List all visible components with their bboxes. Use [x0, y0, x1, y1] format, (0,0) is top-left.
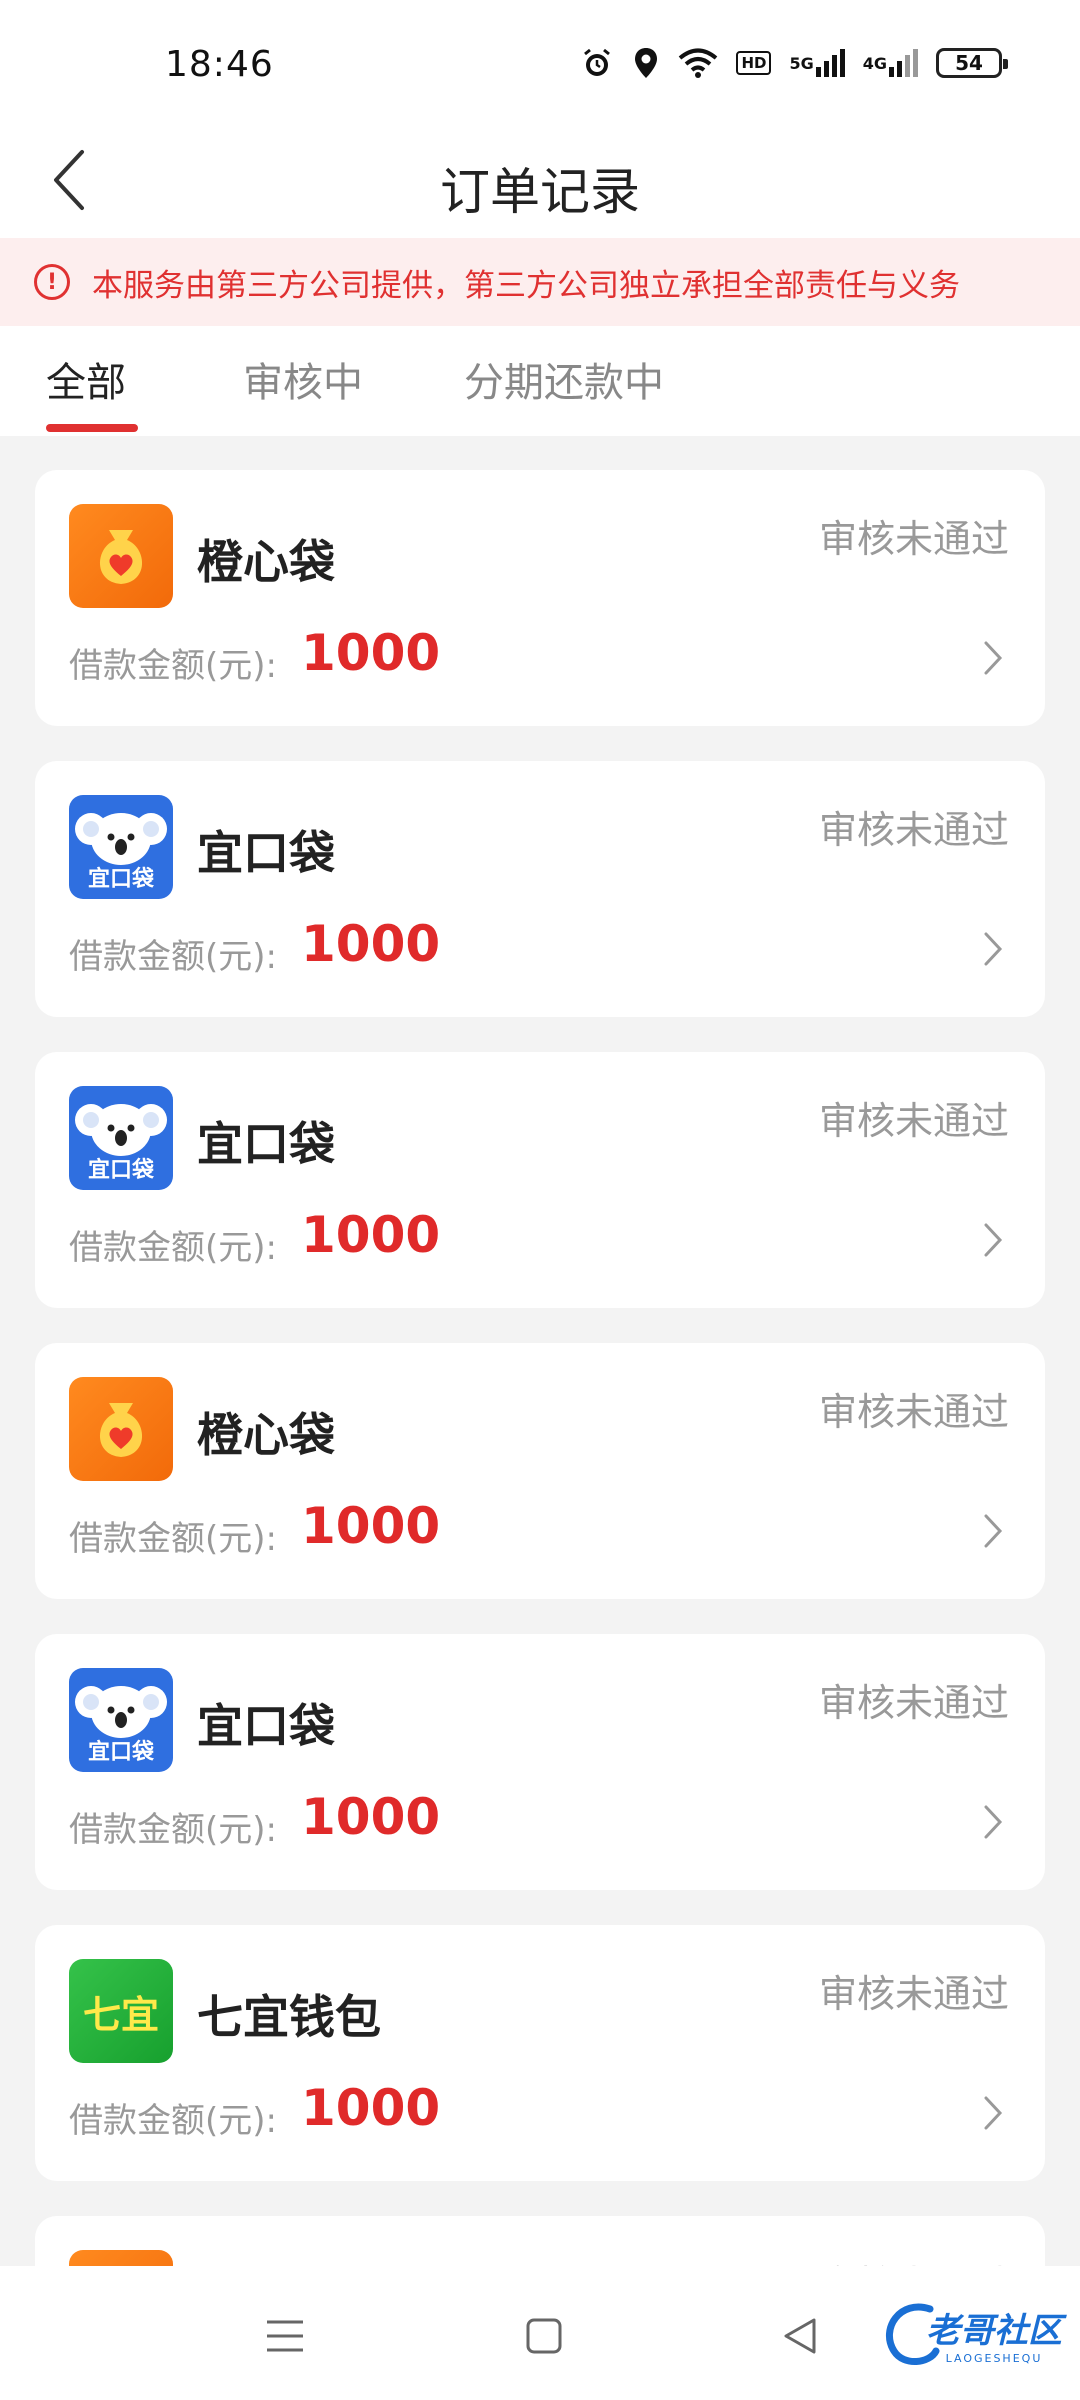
chevron-right-icon	[975, 1511, 1011, 1551]
order-status: 审核未通过	[818, 808, 1009, 852]
order-card[interactable]: 橙心袋 审核未通过 借款金额(元): 1000	[35, 1343, 1045, 1599]
loan-amount: 1000	[301, 1206, 441, 1264]
lender-logo: 宜口袋	[69, 1668, 173, 1772]
chevron-right-icon	[975, 638, 1011, 678]
chevron-right-icon	[975, 2093, 1011, 2133]
home-button[interactable]	[514, 2306, 574, 2366]
tab-bar: 全部 审核中 分期还款中	[0, 326, 1080, 436]
amount-label: 借款金额(元):	[69, 1228, 277, 1268]
order-status: 审核未通过	[818, 1390, 1009, 1434]
koala-logo-text: 宜口袋	[87, 1158, 154, 1183]
chevron-right-icon	[975, 929, 1011, 969]
koala-logo-text: 宜口袋	[87, 867, 154, 892]
amount-label: 借款金额(元):	[69, 1810, 277, 1850]
nav-back-button[interactable]	[770, 2306, 830, 2366]
back-triangle-icon	[784, 2318, 816, 2354]
watermark-logo: 老哥社区 LAOGESHEQU	[880, 2296, 1062, 2372]
status-icons: HD 5G 4G 54	[580, 46, 1008, 80]
watermark-text: 老哥社区	[926, 2311, 1062, 2351]
lender-name: 橙心袋	[197, 535, 335, 589]
location-icon	[632, 46, 660, 80]
tab-reviewing[interactable]: 审核中	[243, 350, 363, 408]
alarm-icon	[580, 46, 614, 80]
signal-5g-label: 5G	[789, 53, 814, 73]
lender-name: 七宜钱包	[197, 1990, 381, 2044]
status-bar: 18:46 HD 5G 4G 54	[0, 0, 1080, 130]
koala-logo-text: 宜口袋	[87, 1740, 154, 1765]
menu-button[interactable]	[255, 2306, 315, 2366]
money-bag-heart-icon	[99, 1403, 143, 1457]
lender-name: 宜口袋	[197, 1699, 335, 1753]
lender-name: 宜口袋	[197, 826, 335, 880]
order-status: 审核未通过	[818, 1099, 1009, 1143]
menu-icon	[267, 2320, 303, 2352]
status-time: 18:46	[165, 44, 274, 85]
chevron-right-icon	[975, 1802, 1011, 1842]
chevron-right-icon	[975, 1220, 1011, 1260]
wifi-icon	[678, 47, 718, 79]
lender-logo	[69, 504, 173, 608]
disclaimer-banner: ! 本服务由第三方公司提供，第三方公司独立承担全部责任与义务	[0, 238, 1080, 326]
order-card[interactable]: 七宜 七宜钱包 审核未通过 借款金额(元): 1000	[35, 1925, 1045, 2181]
money-bag-heart-icon	[99, 530, 143, 584]
active-tab-indicator	[46, 424, 138, 432]
order-status: 审核未通过	[818, 1972, 1009, 2016]
order-card[interactable]: 宜口袋 宜口袋 审核未通过 借款金额(元): 1000	[35, 761, 1045, 1017]
order-card[interactable]: 宜口袋 宜口袋 审核未通过 借款金额(元): 1000	[35, 1634, 1045, 1890]
lender-logo: 宜口袋	[69, 795, 173, 899]
loan-amount: 1000	[301, 1788, 441, 1846]
signal-4g-label: 4G	[862, 53, 887, 73]
order-card[interactable]: 宜口袋 宜口袋 审核未通过 借款金额(元): 1000	[35, 1052, 1045, 1308]
signal-4g-icon: 4G	[863, 49, 918, 77]
lender-logo: 宜口袋	[69, 1086, 173, 1190]
order-status: 审核未通过	[818, 1681, 1009, 1725]
amount-label: 借款金额(元):	[69, 1519, 277, 1559]
order-status: 审核未通过	[818, 517, 1009, 561]
signal-5g-icon: 5G	[789, 49, 845, 77]
lender-name: 橙心袋	[197, 1408, 335, 1462]
loan-amount: 1000	[301, 1497, 441, 1555]
tab-repaying[interactable]: 分期还款中	[464, 350, 664, 408]
hd-icon: HD	[736, 51, 772, 75]
home-square-icon	[526, 2318, 562, 2354]
qiyi-text-icon: 七宜	[82, 1992, 159, 2037]
order-list: 橙心袋 审核未通过 借款金额(元): 1000 宜口袋 宜口袋 审核未通过 借款…	[35, 470, 1045, 2400]
page-title: 订单记录	[440, 163, 640, 221]
system-nav-bar: 老哥社区 LAOGESHEQU	[0, 2266, 1080, 2400]
battery-icon: 54	[936, 48, 1008, 78]
watermark-subtext: LAOGESHEQU	[945, 2352, 1043, 2365]
loan-amount: 1000	[301, 624, 441, 682]
loan-amount: 1000	[301, 2079, 441, 2137]
order-card[interactable]: 橙心袋 审核未通过 借款金额(元): 1000	[35, 470, 1045, 726]
amount-label: 借款金额(元):	[69, 646, 277, 686]
disclaimer-text: 本服务由第三方公司提供，第三方公司独立承担全部责任与义务	[92, 267, 960, 304]
amount-label: 借款金额(元):	[69, 2101, 277, 2141]
top-nav-bar: 订单记录	[0, 130, 1080, 238]
alert-circle-icon: !	[34, 264, 70, 300]
amount-label: 借款金额(元):	[69, 937, 277, 977]
lender-logo: 七宜	[69, 1959, 173, 2063]
tab-all[interactable]: 全部	[46, 350, 126, 408]
lender-logo	[69, 1377, 173, 1481]
lender-name: 宜口袋	[197, 1117, 335, 1171]
loan-amount: 1000	[301, 915, 441, 973]
